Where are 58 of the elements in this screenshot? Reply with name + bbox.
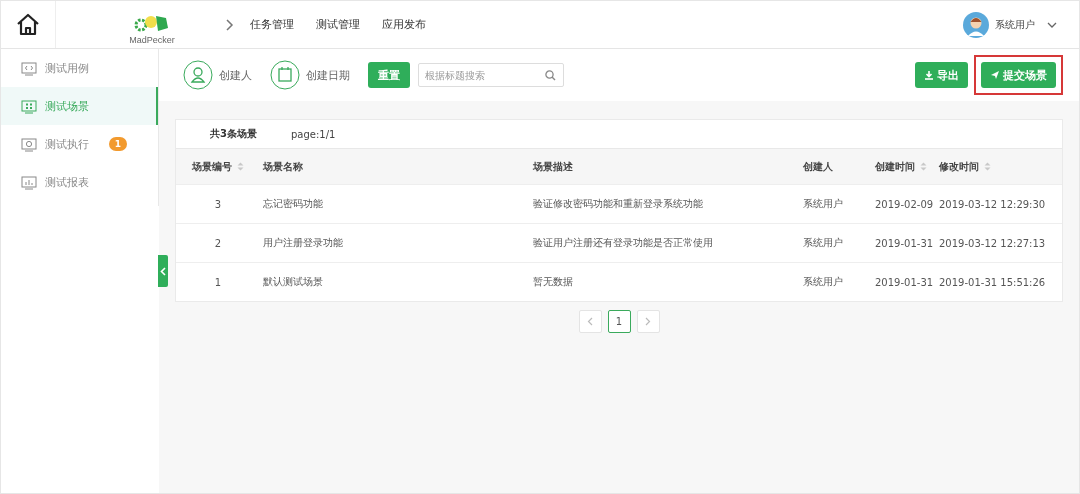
chevron-right-icon [645, 317, 651, 326]
avatar-icon [963, 11, 989, 38]
sort-icon [237, 162, 244, 171]
sidebar-item[interactable]: 测试用例 [1, 49, 158, 87]
table-cell: 3 [214, 198, 222, 210]
user-name[interactable]: 系统用户 [995, 17, 1035, 32]
code-icon [21, 60, 37, 76]
play-icon [21, 136, 37, 152]
page-button[interactable]: 1 [607, 310, 631, 333]
column-header[interactable]: 场景描述 [533, 160, 573, 172]
search-field[interactable]: 根据标题搜索 [418, 63, 564, 87]
send-icon [990, 70, 1000, 80]
column-header[interactable]: 场景名称 [263, 160, 303, 172]
calendar-icon [270, 60, 300, 90]
total-count: 共3条场景 [210, 127, 257, 141]
sidebar-item[interactable]: 测试报表 [1, 163, 158, 201]
chevron-icon [226, 18, 234, 31]
creator-filter[interactable]: 创建人 [183, 60, 252, 90]
table-cell: 2019-01-31 [875, 237, 934, 249]
table-cell: 验证用户注册还有登录功能是否正常使用 [533, 237, 713, 248]
table-cell: 系统用户 [803, 198, 843, 209]
person-icon [183, 60, 213, 90]
table-cell: 2 [214, 237, 222, 249]
table-cell: 暂无数据 [533, 276, 573, 287]
logo-text: MadPecker [129, 34, 175, 45]
date-filter[interactable]: 创建日期 [270, 60, 350, 90]
table-cell: 2019-01-31 15:51:26 [939, 276, 1046, 288]
chevron-left-icon [160, 266, 166, 276]
download-icon [924, 70, 934, 80]
column-header[interactable]: 创建人 [803, 160, 833, 172]
count-badge: 1 [109, 137, 127, 151]
column-header[interactable]: 修改时间 [939, 160, 979, 172]
table-cell: 忘记密码功能 [263, 198, 323, 209]
home-icon [16, 12, 40, 37]
nav-link[interactable]: 测试管理 [316, 17, 360, 32]
table-cell: 2019-03-12 12:27:13 [939, 237, 1046, 249]
table-cell: 验证修改密码功能和重新登录系统功能 [533, 198, 703, 209]
nav-link[interactable]: 应用发布 [382, 17, 426, 32]
table-cell: 用户注册登录功能 [263, 237, 343, 248]
nav-link[interactable]: 任务管理 [250, 17, 294, 32]
column-header[interactable]: 场景编号 [192, 160, 232, 172]
sort-icon [920, 162, 927, 171]
table-cell: 2019-02-09 [875, 198, 934, 210]
chevron-left-icon [587, 317, 593, 326]
table-cell: 1 [214, 276, 222, 288]
sort-icon [984, 162, 991, 171]
sidebar-item[interactable]: 测试执行 1 [1, 125, 158, 163]
caret-icon[interactable] [1047, 21, 1057, 28]
table-cell: 2019-01-31 [875, 276, 934, 288]
table-cell: 系统用户 [803, 276, 843, 287]
collapse-handle[interactable] [158, 255, 168, 287]
search-icon [545, 70, 556, 81]
table-cell: 2019-03-12 12:29:30 [939, 198, 1046, 210]
page-info: page:1/1 [290, 128, 336, 140]
table-cell: 默认测试场景 [263, 276, 323, 287]
grid-icon [21, 98, 37, 114]
chart-icon [21, 174, 37, 190]
table-cell: 系统用户 [803, 237, 843, 248]
